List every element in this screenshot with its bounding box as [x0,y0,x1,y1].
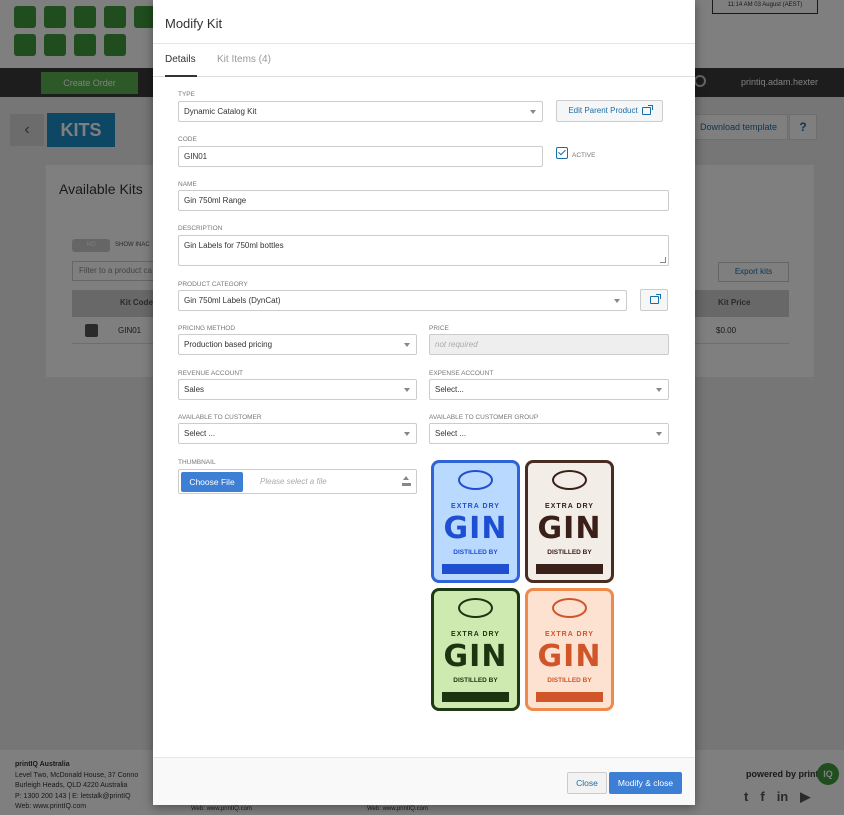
resize-handle-icon[interactable] [660,257,666,263]
description-label: DESCRIPTION [178,225,223,232]
available-to-customer-group-select[interactable]: Select ... [429,423,669,444]
label-seal-icon [552,470,587,490]
expense-account-label: EXPENSE ACCOUNT [429,370,494,377]
revenue-account-select[interactable]: Sales [178,379,417,400]
modify-kit-dialog: Modify Kit Details Kit Items (4) TYPE Dy… [153,0,695,805]
active-label: ACTIVE [572,152,596,159]
dialog-tabs: Details Kit Items (4) [153,44,695,77]
label-top-text: EXTRA DRY [451,503,500,510]
upload-icon[interactable] [402,476,411,486]
label-bottom-text: DISTILLED BY [547,677,592,684]
file-placeholder: Please select a file [260,477,327,486]
label-seal-icon [552,598,587,618]
active-checkbox[interactable] [556,147,568,159]
label-main-text: GIN [537,639,602,674]
type-label: TYPE [178,91,195,98]
edit-parent-product-label: Edit Parent Product [568,106,638,115]
label-band [442,564,509,574]
code-label: CODE [178,136,197,143]
label-top-text: EXTRA DRY [545,503,594,510]
type-select[interactable]: Dynamic Catalog Kit [178,101,543,122]
thumbnail-label: THUMBNAIL [178,459,216,466]
code-input[interactable]: GIN01 [178,146,543,167]
tab-kit-items[interactable]: Kit Items (4) [217,54,271,65]
thumbnail-preview-green: EXTRA DRY GIN DISTILLED BY [431,588,520,711]
price-label: PRICE [429,325,449,332]
label-band [536,564,603,574]
label-main-text: GIN [443,511,508,546]
open-category-button[interactable] [640,289,668,311]
description-text: Gin Labels for 750ml bottles [184,241,284,250]
thumbnail-preview-blue: EXTRA DRY GIN DISTILLED BY [431,460,520,583]
label-band [536,692,603,702]
label-main-text: GIN [537,511,602,546]
available-to-customer-select[interactable]: Select ... [178,423,417,444]
dialog-footer: Close Modify & close [153,757,695,805]
modify-and-close-button[interactable]: Modify & close [609,772,682,794]
pricing-method-label: PRICING METHOD [178,325,236,332]
label-top-text: EXTRA DRY [451,631,500,638]
thumbnail-file-input[interactable]: Choose File Please select a file [178,469,417,494]
dialog-title: Modify Kit [153,0,695,44]
expense-account-select[interactable]: Select... [429,379,669,400]
label-main-text: GIN [443,639,508,674]
thumbnail-preview-brown: EXTRA DRY GIN DISTILLED BY [525,460,614,583]
name-label: NAME [178,181,197,188]
label-band [442,692,509,702]
label-seal-icon [458,598,493,618]
label-bottom-text: DISTILLED BY [453,677,498,684]
product-category-label: PRODUCT CATEGORY [178,281,248,288]
edit-parent-product-button[interactable]: Edit Parent Product [556,100,663,122]
pricing-method-select[interactable]: Production based pricing [178,334,417,355]
available-to-customer-label: AVAILABLE TO CUSTOMER [178,414,262,421]
price-input: not required [429,334,669,355]
product-category-select[interactable]: Gin 750ml Labels (DynCat) [178,290,627,311]
name-input[interactable]: Gin 750ml Range [178,190,669,211]
close-button[interactable]: Close [567,772,607,794]
label-top-text: EXTRA DRY [545,631,594,638]
label-bottom-text: DISTILLED BY [453,549,498,556]
active-tab-indicator [165,75,197,77]
choose-file-button[interactable]: Choose File [181,472,243,492]
tab-details[interactable]: Details [165,54,196,65]
thumbnail-preview-orange: EXTRA DRY GIN DISTILLED BY [525,588,614,711]
external-link-icon [641,104,653,115]
label-bottom-text: DISTILLED BY [547,549,592,556]
revenue-account-label: REVENUE ACCOUNT [178,370,244,377]
available-to-customer-group-label: AVAILABLE TO CUSTOMER GROUP [429,414,539,421]
description-textarea[interactable]: Gin Labels for 750ml bottles [178,235,669,266]
external-link-icon [649,294,661,304]
label-seal-icon [458,470,493,490]
